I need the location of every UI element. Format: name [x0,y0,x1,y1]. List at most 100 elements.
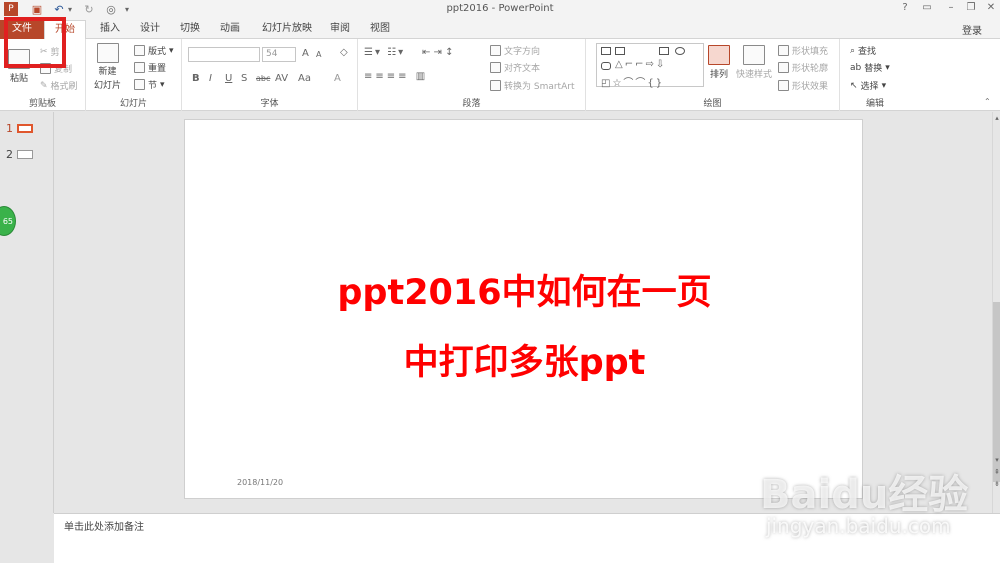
watermark-logo: Baidu经验 [760,472,969,518]
shapes-gallery[interactable]: △⌐⌐⇨⇩ ◰☆⌒⌒{} [596,43,704,89]
text-direction-label: 文字方向 [504,47,541,57]
tab-design[interactable]: 设计 [136,20,164,39]
select-button[interactable]: ↖ 选择 ▾ [850,79,886,93]
replace-button[interactable]: ab 替换 ▾ [850,61,890,75]
shape-outline-icon [778,62,789,73]
indent-icons[interactable]: ⇤ ⇥ ↕ [422,47,454,58]
bold-button[interactable]: B [192,73,200,84]
font-label: 字体 [260,99,279,109]
slide-thumbnail-1[interactable]: 1 [6,122,33,135]
tab-insert[interactable]: 插入 [96,20,124,39]
align-text-icon [490,62,501,73]
editing-group: ⌕ 查找 ab 替换 ▾ ↖ 选择 ▾ 编辑 [840,39,910,111]
tab-view[interactable]: 视图 [366,20,394,39]
rectangle-shape-icon[interactable] [659,47,669,55]
slides-group: 新建 幻灯片 版式 ▾ 重置 节 ▾ 幻灯片 [86,39,182,111]
text-direction-icon [490,45,501,56]
baidu-jingyan-watermark: Baidu经验 jingyan.baidu.com [760,462,998,560]
title-bar: P ▣ ↶ ▾ ↻ ◎ ▾ ppt2016 - PowerPoint ? ▭ –… [0,0,1000,18]
new-slide-button[interactable]: 新建 幻灯片 [94,43,121,91]
font-name-input[interactable] [188,47,260,62]
slide-thumbnail-2[interactable]: 2 [6,148,33,161]
sign-in-link[interactable]: 登录 [962,22,982,37]
binoculars-icon: ⌕ [850,45,856,56]
shape-fill-label: 形状填充 [792,47,829,57]
text-direction-button[interactable]: 文字方向 [490,44,540,57]
collapse-ribbon-icon[interactable]: ⌃ [984,97,991,106]
shape-effects-button[interactable]: 形状效果 [778,79,828,92]
layout-label: 版式 [148,47,167,57]
paste-label: 粘贴 [9,74,28,84]
font-size-input[interactable]: 54 [262,47,296,62]
slide-title-line-2[interactable]: 中打印多张ppt [185,334,864,385]
scrollbar-thumb[interactable] [993,302,1000,482]
font-color-button[interactable]: A [334,73,341,84]
ribbon-display-button[interactable]: ▭ [918,2,936,13]
vertical-textbox-shape-icon[interactable] [615,47,625,55]
help-button[interactable]: ? [896,2,914,13]
paragraph-label: 段落 [462,99,481,109]
shape-fill-button[interactable]: 形状填充 [778,44,828,57]
thumbnail-pane: 1 2 [0,112,54,513]
shape-outline-button[interactable]: 形状轮廓 [778,61,828,74]
shadow-button[interactable]: S [241,73,247,84]
grow-font-button[interactable]: A [302,48,309,59]
restore-button[interactable]: ❐ [962,2,980,13]
slide-title-line-1[interactable]: ppt2016中如何在一页 [185,264,864,315]
slide-number: 2 [6,148,13,161]
editing-label: 编辑 [865,99,884,109]
scroll-up-icon[interactable]: ▴ [993,114,1000,122]
quick-styles-button[interactable]: 快速样式 [736,45,772,80]
shape-row-icons-2[interactable]: ◰☆⌒⌒{} [601,74,664,89]
textbox-shape-icon[interactable] [601,47,611,55]
drawing-label: 绘图 [703,99,722,109]
slides-label: 幻灯片 [119,99,147,109]
find-button[interactable]: ⌕ 查找 [850,44,877,58]
section-button[interactable]: 节 ▾ [134,78,165,91]
shape-row-icons[interactable]: △⌐⌐⇨⇩ [615,59,666,70]
tab-review[interactable]: 审阅 [326,20,354,39]
replace-label: 替换 [864,64,883,74]
close-button[interactable]: ✕ [982,2,1000,13]
minimize-button[interactable]: – [942,2,960,13]
tab-transitions[interactable]: 切换 [176,20,204,39]
clear-format-icon[interactable]: ◇ [340,47,348,58]
format-painter-icon: ✎ [40,80,48,91]
notes-placeholder[interactable]: 单击此处添加备注 [64,518,144,533]
tab-slideshow[interactable]: 幻灯片放映 [256,20,318,39]
new-slide-label: 新建 [98,67,117,77]
italic-button[interactable]: I [209,73,212,84]
shrink-font-button[interactable]: A [316,50,321,59]
shape-fill-icon [778,45,789,56]
ribbon-tabs: 文件 开始 插入 设计 切换 动画 幻灯片放映 审阅 视图 登录 [0,18,1000,39]
clipboard-label: 剪贴板 [28,99,56,109]
smartart-icon [490,80,501,91]
arrange-button[interactable]: 排列 [708,45,730,80]
align-text-button[interactable]: 对齐文本 [490,61,540,74]
format-painter-button[interactable]: ✎ 格式刷 [40,79,78,93]
oval-shape-icon[interactable] [675,47,685,55]
section-label: 节 [148,81,158,91]
layout-button[interactable]: 版式 ▾ [134,44,174,57]
find-label: 查找 [858,47,877,57]
reset-button[interactable]: 重置 [134,61,166,74]
tab-animations[interactable]: 动画 [216,20,244,39]
current-slide[interactable]: ppt2016中如何在一页 中打印多张ppt 2018/11/20 [184,119,863,499]
alignment-icons[interactable]: ≡≡≡≡ ▥ [364,71,428,82]
cursor-icon: ↖ [850,80,858,91]
change-case-button[interactable]: Aa [298,73,311,84]
highlight-box [4,17,66,68]
strikethrough-button[interactable]: abc [256,74,270,83]
vertical-scrollbar[interactable]: ▴ ▾ ⇞ ⇟ [992,112,1000,513]
chevron-down-icon: ▾ [885,62,890,73]
rounded-rectangle-shape-icon[interactable] [601,62,611,70]
paragraph-group: ☰▾ ☷▾ ⇤ ⇥ ↕ ≡≡≡≡ ▥ 文字方向 对齐文本 转换为 SmartAr… [358,39,586,111]
smartart-button[interactable]: 转换为 SmartArt [490,79,574,92]
underline-button[interactable]: U [225,73,232,84]
replace-icon: ab [850,62,862,73]
character-spacing-button[interactable]: AV [275,73,288,84]
slide-date: 2018/11/20 [237,478,284,487]
notes-left-gutter [0,513,54,563]
slide-number: 1 [6,122,13,135]
bullets-icon[interactable]: ☰▾ ☷▾ [364,47,405,58]
